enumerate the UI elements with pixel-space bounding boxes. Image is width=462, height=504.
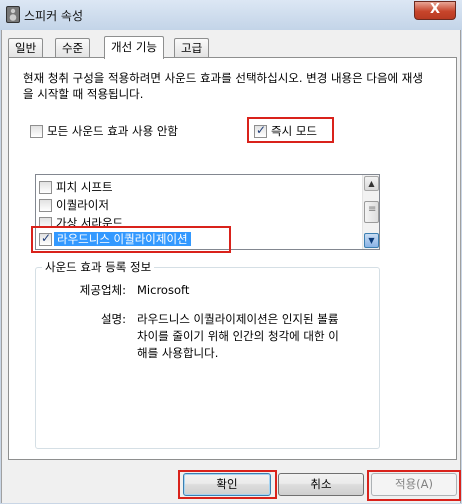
instructions-text: 현재 청취 구성을 적용하려면 사운드 효과를 선택하십시오. 변경 내용은 다… (23, 71, 423, 101)
checkbox-box (39, 180, 52, 194)
close-button[interactable]: X (414, 1, 456, 20)
tab-general[interactable]: 일반 (8, 38, 44, 57)
description-line-2: 차이를 줄이기 위해 인간의 청각에 대한 이 (137, 329, 339, 343)
checkbox-box (30, 124, 43, 138)
apply-button[interactable]: 적용(A) (371, 473, 457, 496)
window-title: 스피커 속성 (24, 9, 84, 23)
tab-enhancements[interactable]: 개선 기능 (104, 36, 164, 59)
group-title: 사운드 효과 등록 정보 (42, 260, 155, 274)
close-icon: X (429, 2, 441, 17)
provider-label: 제공업체: (79, 283, 126, 297)
description-line-1: 라우드니스 이퀄라이제이션은 인지된 볼륨 (137, 312, 339, 326)
scroll-thumb[interactable] (364, 201, 379, 223)
title-bar: 스피커 속성 X (0, 0, 462, 30)
list-item-pitch-shift[interactable]: 피치 시프트 (39, 179, 113, 197)
checkbox-box (39, 198, 52, 212)
immediate-mode-checkbox[interactable]: 즉시 모드 (254, 123, 317, 139)
ok-button[interactable]: 확인 (183, 473, 271, 496)
highlight-box (31, 226, 231, 253)
disable-all-checkbox[interactable]: 모든 사운드 효과 사용 안함 (30, 123, 178, 139)
speaker-icon (6, 6, 20, 23)
tab-advanced[interactable]: 고급 (174, 38, 210, 57)
cancel-button[interactable]: 취소 (278, 473, 364, 496)
dialog-body: 일반 수준 개선 기능 고급 현재 청취 구성을 적용하려면 사운드 효과를 선… (1, 30, 461, 503)
provider-value: Microsoft (137, 283, 190, 297)
description-label: 설명: (100, 312, 126, 326)
checkbox-box (254, 123, 267, 138)
description-line-3: 해를 사용합니다. (137, 346, 219, 360)
scroll-down-arrow-icon[interactable]: ▼ (364, 233, 379, 248)
tab-levels[interactable]: 수준 (55, 38, 91, 57)
list-item-equalizer[interactable]: 이퀄라이저 (39, 197, 109, 215)
scroll-up-arrow-icon[interactable]: ▲ (364, 176, 379, 191)
list-scrollbar[interactable]: ▲ ▼ (362, 175, 379, 249)
